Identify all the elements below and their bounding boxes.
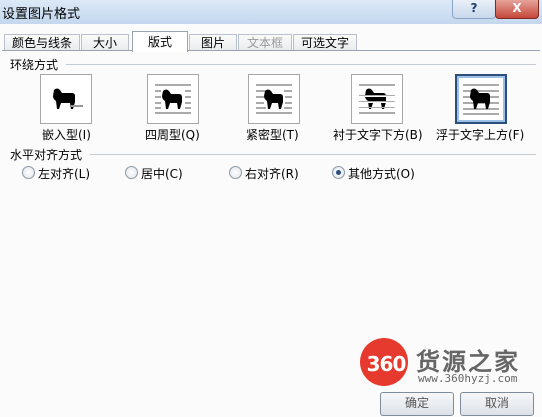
wrap-front-icon — [463, 84, 499, 115]
close-button[interactable]: X — [495, 0, 539, 19]
wrap-option-inline[interactable] — [40, 74, 92, 124]
tab-pane-border — [2, 50, 540, 51]
title-bar: 设置图片格式 ? X — [0, 0, 542, 25]
wrap-option-front[interactable] — [455, 74, 507, 124]
radio-label-right: 右对齐(R) — [245, 167, 299, 181]
tab-strip: 颜色与线条 大小 版式 图片 文本框 可选文字 — [0, 31, 542, 52]
tab-picture[interactable]: 图片 — [189, 34, 237, 51]
tab-size[interactable]: 大小 — [81, 34, 129, 51]
wrap-option-behind[interactable] — [351, 74, 403, 124]
wrap-section-rule — [66, 64, 536, 65]
align-section-rule — [90, 154, 536, 155]
wrap-inline-icon — [53, 88, 83, 109]
wrap-label-square: 四周型(Q) — [145, 128, 200, 142]
tab-layout[interactable]: 版式 — [132, 31, 188, 52]
watermark-badge: 360 — [366, 352, 407, 376]
wrap-behind-icon — [359, 84, 395, 114]
wrap-option-square[interactable] — [147, 74, 199, 124]
align-section-label: 水平对齐方式 — [10, 148, 83, 162]
wrap-section-label: 环绕方式 — [10, 58, 59, 72]
wrap-label-tight: 紧密型(T) — [246, 128, 299, 142]
wrap-square-icon — [155, 84, 191, 114]
radio-label-other: 其他方式(O) — [348, 167, 415, 181]
tab-alt-text[interactable]: 可选文字 — [293, 34, 357, 51]
wrap-label-inline: 嵌入型(I) — [42, 128, 91, 142]
help-button[interactable]: ? — [452, 0, 496, 19]
window-title: 设置图片格式 — [2, 7, 81, 22]
radio-label-left: 左对齐(L) — [38, 167, 91, 181]
radio-circle[interactable] — [22, 166, 35, 179]
wrap-tight-icon — [256, 84, 292, 114]
wrap-label-behind: 衬于文字下方(B) — [333, 128, 423, 142]
radio-circle[interactable] — [125, 166, 138, 179]
radio-circle-checked[interactable] — [332, 166, 345, 179]
watermark: 360 货源之家 www.360hyzj.com — [358, 330, 542, 396]
wrap-option-tight[interactable] — [248, 74, 300, 124]
wrap-label-front: 浮于文字上方(F) — [436, 128, 525, 142]
watermark-url: www.360hyzj.com — [418, 372, 518, 385]
tab-color-line[interactable]: 颜色与线条 — [4, 34, 80, 51]
radio-label-center: 居中(C) — [141, 167, 183, 181]
radio-circle[interactable] — [229, 166, 242, 179]
tab-textbox[interactable]: 文本框 — [238, 34, 292, 51]
